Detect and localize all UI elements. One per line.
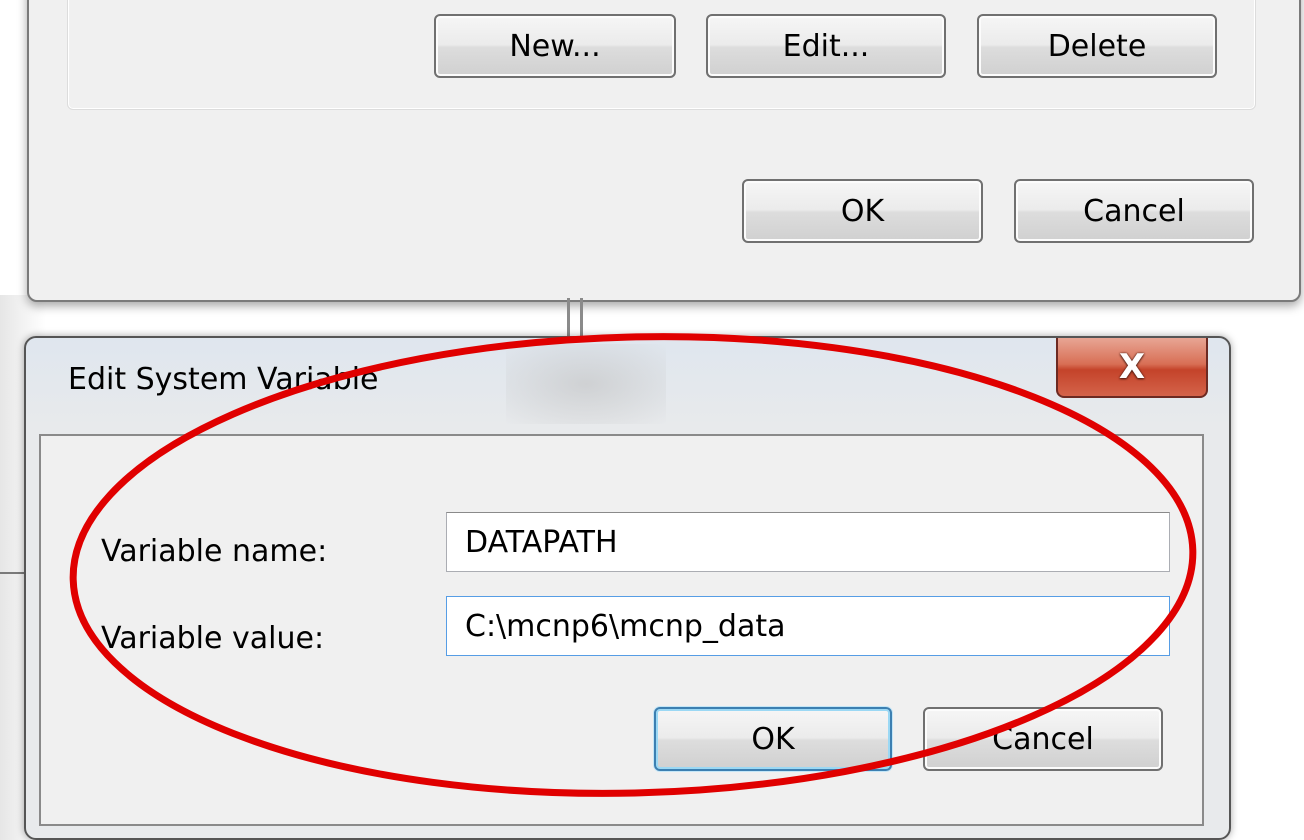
dialog-client-area: Variable name: DATAPATH Variable value: … [39,434,1204,826]
close-button[interactable]: X [1056,338,1208,398]
variable-name-input[interactable]: DATAPATH [446,512,1170,572]
dialog-title: Edit System Variable [68,362,379,397]
cancel-button[interactable]: Cancel [1014,179,1254,243]
ok-button[interactable]: OK [742,179,983,243]
delete-button[interactable]: Delete [977,14,1217,78]
variable-value-label: Variable value: [101,621,325,656]
cancel-button[interactable]: Cancel [923,707,1163,771]
title-bar-glass [506,344,666,424]
background-divider [580,298,583,338]
ok-button[interactable]: OK [654,707,892,771]
variable-name-label: Variable name: [101,534,328,569]
edit-button[interactable]: Edit... [706,14,946,78]
variable-value-input[interactable]: C:\mcnp6\mcnp_data [446,596,1170,656]
close-icon: X [1118,347,1146,387]
background-divider [567,298,570,338]
edit-system-variable-dialog: Edit System Variable X Variable name: DA… [24,336,1231,840]
new-button[interactable]: New... [434,14,676,78]
environment-variables-window: New... Edit... Delete OK Cancel [27,0,1301,302]
